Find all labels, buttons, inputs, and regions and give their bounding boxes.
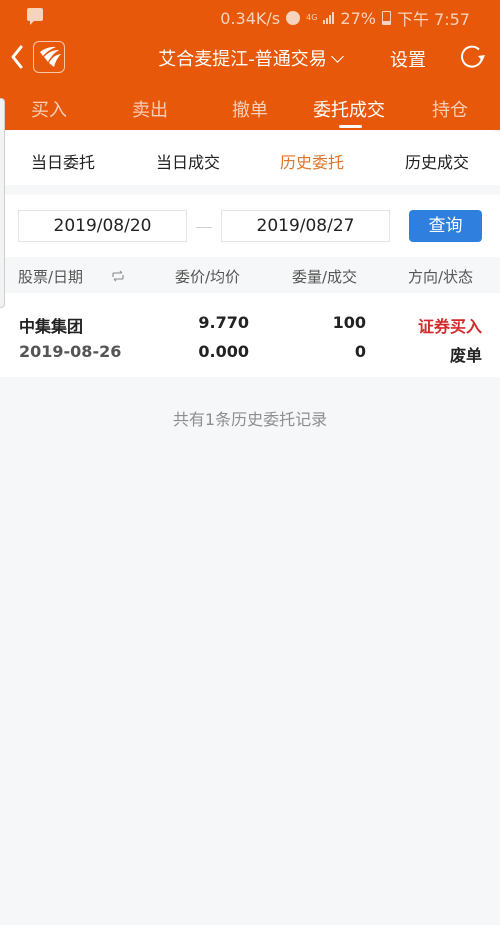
date-range-separator [196, 227, 212, 228]
clock: 下午 7:57 [396, 10, 470, 29]
stock-name: 中集集团 [19, 317, 84, 336]
tab-buy[interactable]: 买入 [31, 96, 67, 122]
swap-sort-icon[interactable] [111, 268, 125, 282]
order-status: 废单 [449, 346, 482, 365]
battery-percent: 27% [340, 8, 376, 28]
subtab-today-orders[interactable]: 当日委托 [31, 149, 95, 173]
order-direction: 证券买入 [417, 317, 482, 336]
nav-bar: 艾合麦提江-普通交易 设置 [0, 32, 500, 84]
tab-sell[interactable]: 卖出 [132, 96, 168, 122]
query-button[interactable]: 查询 [409, 210, 482, 242]
page-title: 艾合麦提江-普通交易 [158, 49, 327, 70]
chevron-down-icon [330, 50, 344, 63]
subtab-history-orders[interactable]: 历史委托 [280, 149, 344, 173]
sub-tabs: 当日委托 当日成交 历史委托 历史成交 [0, 130, 500, 185]
record-count-summary: 共有1条历史委托记录 [172, 410, 328, 429]
end-date-input[interactable] [221, 210, 390, 242]
status-bar: 0.34K/s 4G 27% 下午 7:57 [0, 0, 500, 32]
header-direction-status: 方向/状态 [408, 268, 474, 286]
tab-orders-trades[interactable]: 委托成交 [313, 96, 385, 122]
order-quantity: 100 [332, 313, 366, 332]
side-drawer-handle[interactable] [0, 98, 5, 308]
filled-quantity: 0 [354, 342, 366, 361]
table-header: 股票/日期 委价/均价 委量/成交 方向/状态 [0, 257, 500, 293]
message-notification-icon [27, 8, 43, 25]
header-quantity: 委量/成交 [292, 268, 358, 286]
header-price: 委价/均价 [175, 268, 241, 286]
signal-icon [323, 12, 335, 24]
table-row[interactable]: 中集集团 2019-08-26 9.770 0.000 100 0 证券买入 废… [0, 293, 500, 377]
refresh-icon [461, 45, 485, 68]
network-type: 4G [306, 13, 318, 22]
subtab-today-trades[interactable]: 当日成交 [156, 149, 220, 173]
tab-positions[interactable]: 持仓 [432, 96, 468, 122]
divider [0, 185, 500, 195]
avg-price: 0.000 [198, 342, 249, 361]
main-tabs: 买入 卖出 撤单 委托成交 持仓 [0, 84, 500, 130]
active-tab-indicator [339, 125, 362, 128]
settings-button[interactable]: 设置 [390, 46, 426, 72]
battery-icon [381, 11, 391, 25]
header-stock-date: 股票/日期 [18, 268, 84, 286]
subtab-history-trades[interactable]: 历史成交 [405, 149, 469, 173]
start-date-input[interactable] [18, 210, 187, 242]
order-date: 2019-08-26 [19, 342, 122, 361]
date-query-bar: 查询 [0, 195, 500, 257]
refresh-button[interactable] [458, 43, 486, 71]
alarm-icon [286, 11, 301, 25]
tab-cancel[interactable]: 撤单 [232, 96, 268, 122]
network-speed: 0.34K/s [220, 8, 281, 28]
order-price: 9.770 [198, 313, 249, 332]
